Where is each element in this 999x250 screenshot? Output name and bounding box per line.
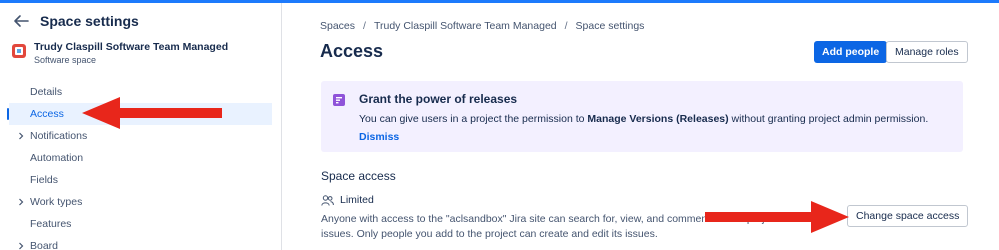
dismiss-link[interactable]: Dismiss [359, 131, 399, 143]
manage-roles-button[interactable]: Manage roles [886, 41, 968, 63]
sidebar-item-details[interactable]: Details [0, 81, 281, 103]
sidebar-item-label: Automation [30, 152, 84, 164]
banner-title: Grant the power of releases [359, 92, 518, 106]
access-level: Limited [321, 194, 374, 206]
sidebar: Space settings Trudy Claspill Software T… [0, 3, 282, 250]
people-icon [321, 194, 334, 206]
chevron-right-icon[interactable] [16, 197, 26, 207]
sidebar-item-access[interactable]: Access [7, 103, 272, 125]
sidebar-header: Space settings [12, 13, 139, 29]
banner-text-after: without granting project admin permissio… [728, 113, 929, 125]
chevron-right-icon[interactable] [16, 241, 26, 250]
sidebar-item-board[interactable]: Board [0, 235, 281, 250]
releases-banner: Grant the power of releases You can give… [321, 81, 963, 152]
breadcrumb-item-spaces[interactable]: Spaces [320, 20, 355, 32]
change-space-access-button[interactable]: Change space access [847, 205, 969, 227]
page-title: Access [320, 41, 384, 61]
breadcrumb-item-settings[interactable]: Space settings [576, 20, 645, 32]
breadcrumb-item-project[interactable]: Trudy Claspill Software Team Managed [374, 20, 557, 32]
sidebar-item-label: Details [30, 86, 63, 98]
sidebar-item-work-types[interactable]: Work types [0, 191, 281, 213]
banner-text: You can give users in a project the perm… [359, 113, 928, 125]
chevron-right-icon[interactable] [16, 131, 26, 141]
active-indicator [7, 108, 9, 120]
main-content: Spaces / Trudy Claspill Software Team Ma… [282, 3, 999, 250]
space-access-title: Space access [321, 169, 396, 183]
sidebar-item-automation[interactable]: Automation [0, 147, 281, 169]
breadcrumb-separator: / [363, 20, 366, 32]
sidebar-nav: Details Access Notifications Automation Fiel… [0, 81, 281, 250]
sidebar-item-label: Features [30, 218, 72, 230]
sidebar-item-label: Board [30, 240, 59, 250]
sidebar-item-notifications[interactable]: Notifications [0, 125, 281, 147]
banner-text-before: You can give users in a project the perm… [359, 113, 588, 125]
project-type: Software space [34, 55, 97, 65]
breadcrumb-separator: / [564, 20, 568, 32]
project-info: Trudy Claspill Software Team Managed Sof… [12, 40, 228, 67]
sidebar-item-label: Fields [30, 174, 59, 186]
project-name: Trudy Claspill Software Team Managed [34, 41, 229, 53]
sidebar-item-label: Access [30, 108, 64, 120]
add-people-button[interactable]: Add people [814, 41, 888, 63]
access-level-label: Limited [340, 194, 374, 206]
sidebar-item-features[interactable]: Features [0, 213, 281, 235]
space-access-description: Anyone with access to the "aclsandbox" J… [321, 213, 786, 240]
back-arrow-icon[interactable] [12, 14, 32, 28]
sidebar-item-fields[interactable]: Fields [0, 169, 281, 191]
sidebar-item-label: Work types [30, 196, 83, 208]
sidebar-title: Space settings [40, 13, 139, 29]
release-icon [333, 94, 345, 106]
sidebar-item-label: Notifications [30, 130, 88, 142]
project-avatar [12, 44, 26, 58]
banner-text-bold: Manage Versions (Releases) [587, 113, 729, 125]
breadcrumb: Spaces / Trudy Claspill Software Team Ma… [320, 20, 644, 32]
